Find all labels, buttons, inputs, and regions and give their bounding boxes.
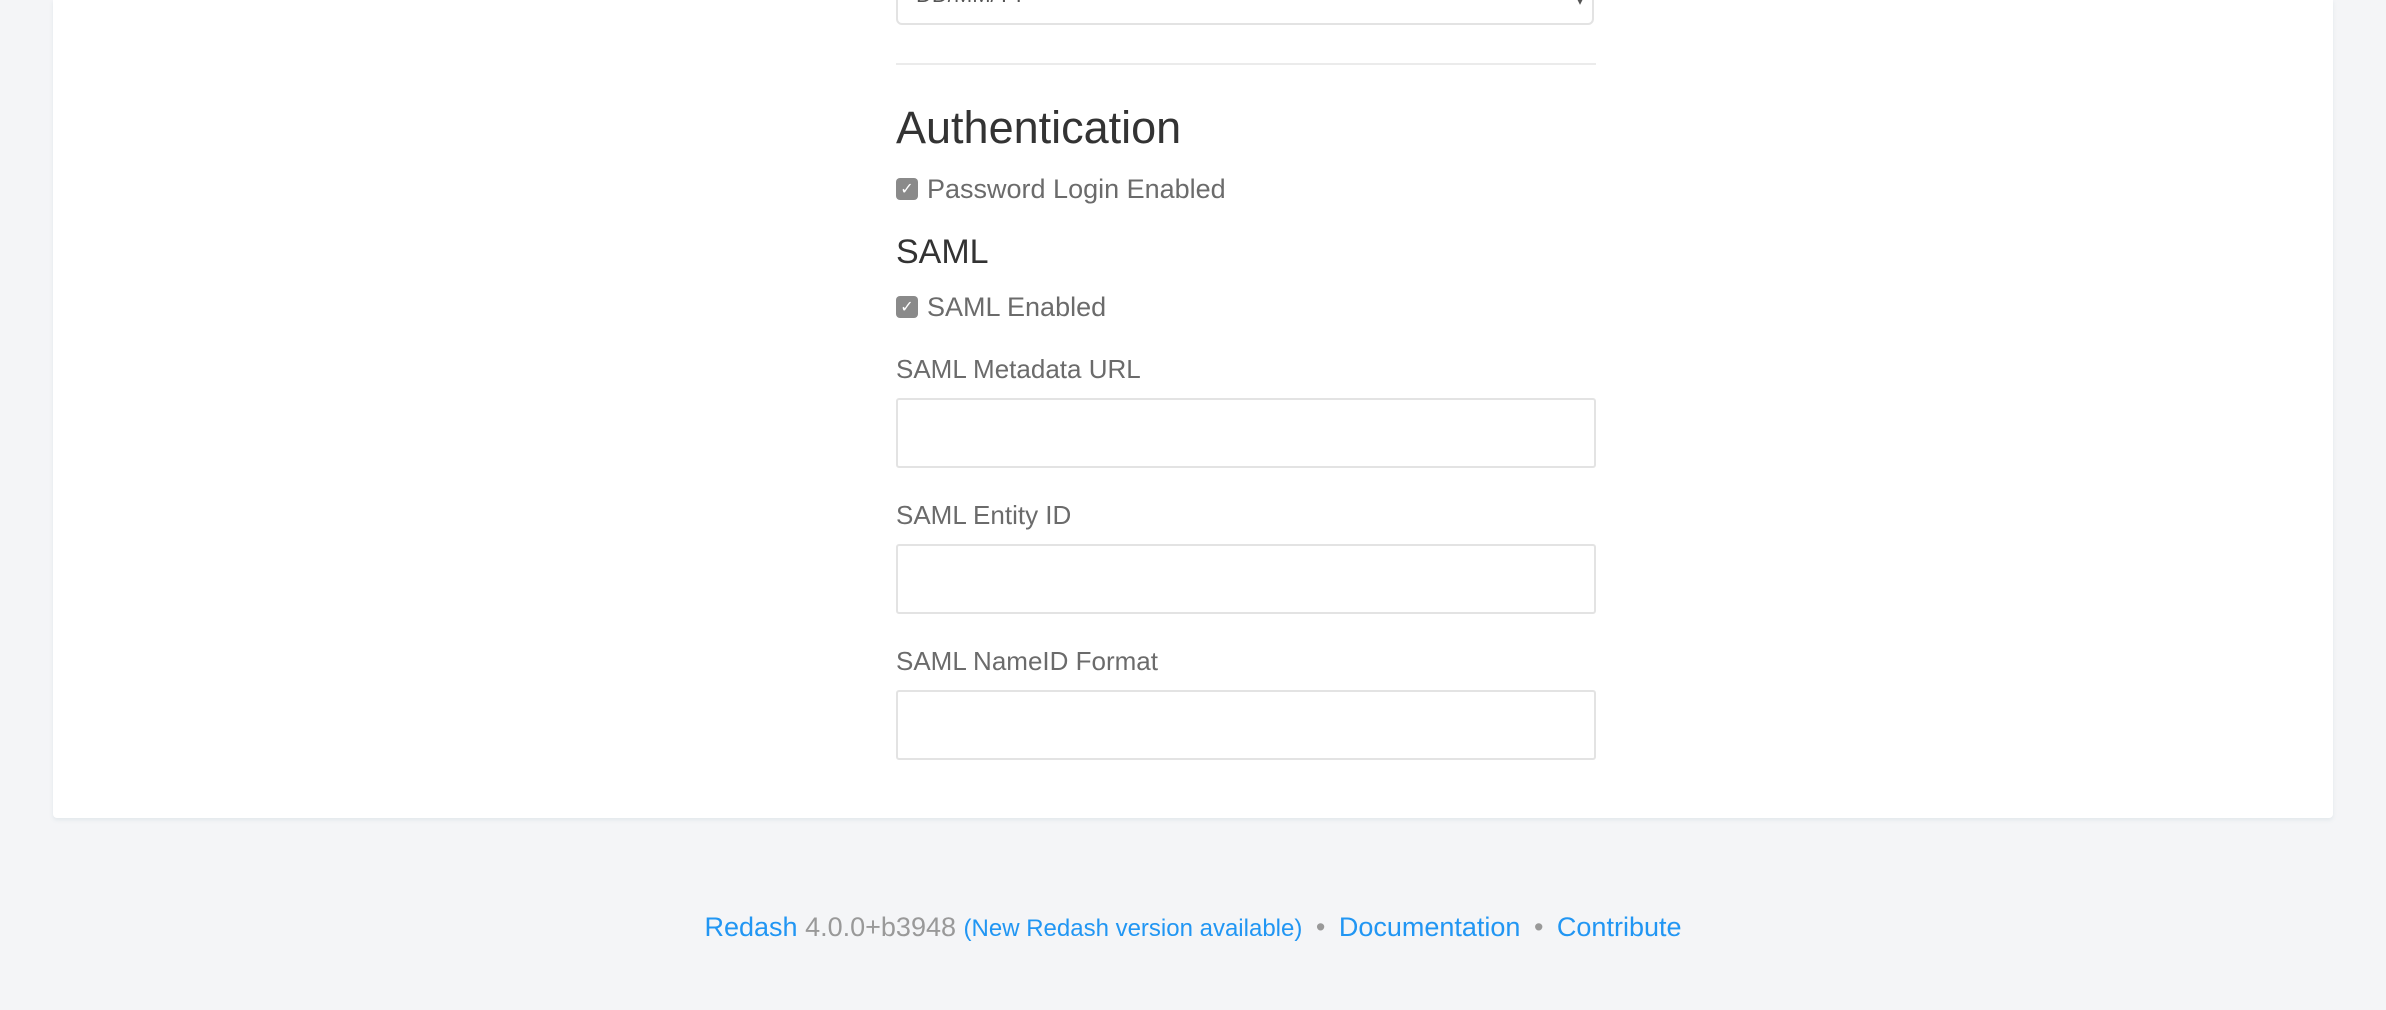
date-format-value: DD/MM/YY [916, 0, 1026, 8]
version-text: 4.0.0+b3948 [805, 912, 956, 942]
footer-separator: • [1533, 912, 1544, 942]
new-version-link[interactable]: (New Redash version available) [964, 915, 1303, 942]
section-divider [896, 63, 1596, 65]
footer-separator: • [1315, 912, 1326, 942]
saml-metadata-url-label: SAML Metadata URL [896, 354, 1141, 384]
saml-enabled-label: SAML Enabled [927, 291, 1107, 322]
saml-heading: SAML [896, 233, 989, 271]
page-footer: Redash 4.0.0+b3948 (New Redash version a… [0, 912, 2386, 943]
authentication-heading: Authentication [896, 102, 1182, 153]
documentation-link[interactable]: Documentation [1339, 912, 1521, 942]
saml-enabled-checkbox[interactable]: ✓ SAML Enabled [896, 290, 1106, 324]
saml-entity-id-label: SAML Entity ID [896, 500, 1072, 530]
checkbox-checked-icon[interactable]: ✓ [896, 296, 918, 318]
saml-metadata-url-input[interactable] [896, 398, 1596, 468]
date-format-select[interactable]: DD/MM/YY ▾ [896, 0, 1594, 25]
chevron-down-icon: ▾ [1575, 0, 1584, 9]
settings-card: DD/MM/YY ▾ Authentication ✓ Password Log… [53, 0, 2333, 818]
password-login-label: Password Login Enabled [927, 173, 1226, 204]
saml-entity-id-input[interactable] [896, 544, 1596, 614]
saml-nameid-format-input[interactable] [896, 690, 1596, 760]
redash-home-link[interactable]: Redash [705, 912, 798, 942]
contribute-link[interactable]: Contribute [1557, 912, 1682, 942]
checkbox-checked-icon[interactable]: ✓ [896, 178, 918, 200]
saml-nameid-format-label: SAML NameID Format [896, 646, 1158, 676]
password-login-checkbox[interactable]: ✓ Password Login Enabled [896, 172, 1226, 206]
